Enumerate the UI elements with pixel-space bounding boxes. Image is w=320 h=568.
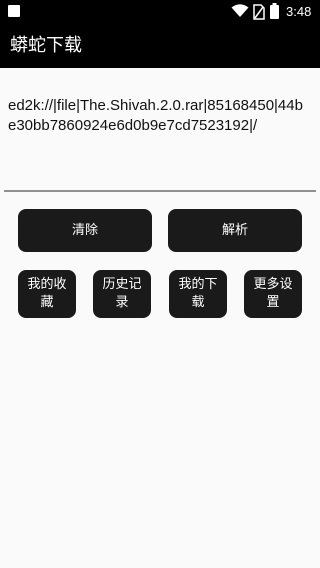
wifi-icon xyxy=(231,4,249,17)
no-sim-icon xyxy=(253,4,265,20)
notification-square-icon xyxy=(8,5,20,17)
input-underline xyxy=(4,190,316,192)
favorites-button[interactable]: 我的收藏 xyxy=(18,270,76,318)
battery-icon xyxy=(270,3,279,19)
app-title: 蟒蛇下载 xyxy=(10,35,82,56)
parse-button[interactable]: 解析 xyxy=(168,209,302,252)
clear-button[interactable]: 清除 xyxy=(18,209,152,252)
app-bar: 蟒蛇下载 xyxy=(0,24,320,68)
history-button[interactable]: 历史记录 xyxy=(93,270,151,318)
link-input[interactable]: ed2k://|file|The.Shivah.2.0.rar|85168450… xyxy=(8,96,308,136)
status-bar: 3:48 xyxy=(0,0,320,24)
status-time: 3:48 xyxy=(286,4,312,19)
settings-button[interactable]: 更多设置 xyxy=(244,270,302,318)
downloads-button[interactable]: 我的下载 xyxy=(169,270,227,318)
